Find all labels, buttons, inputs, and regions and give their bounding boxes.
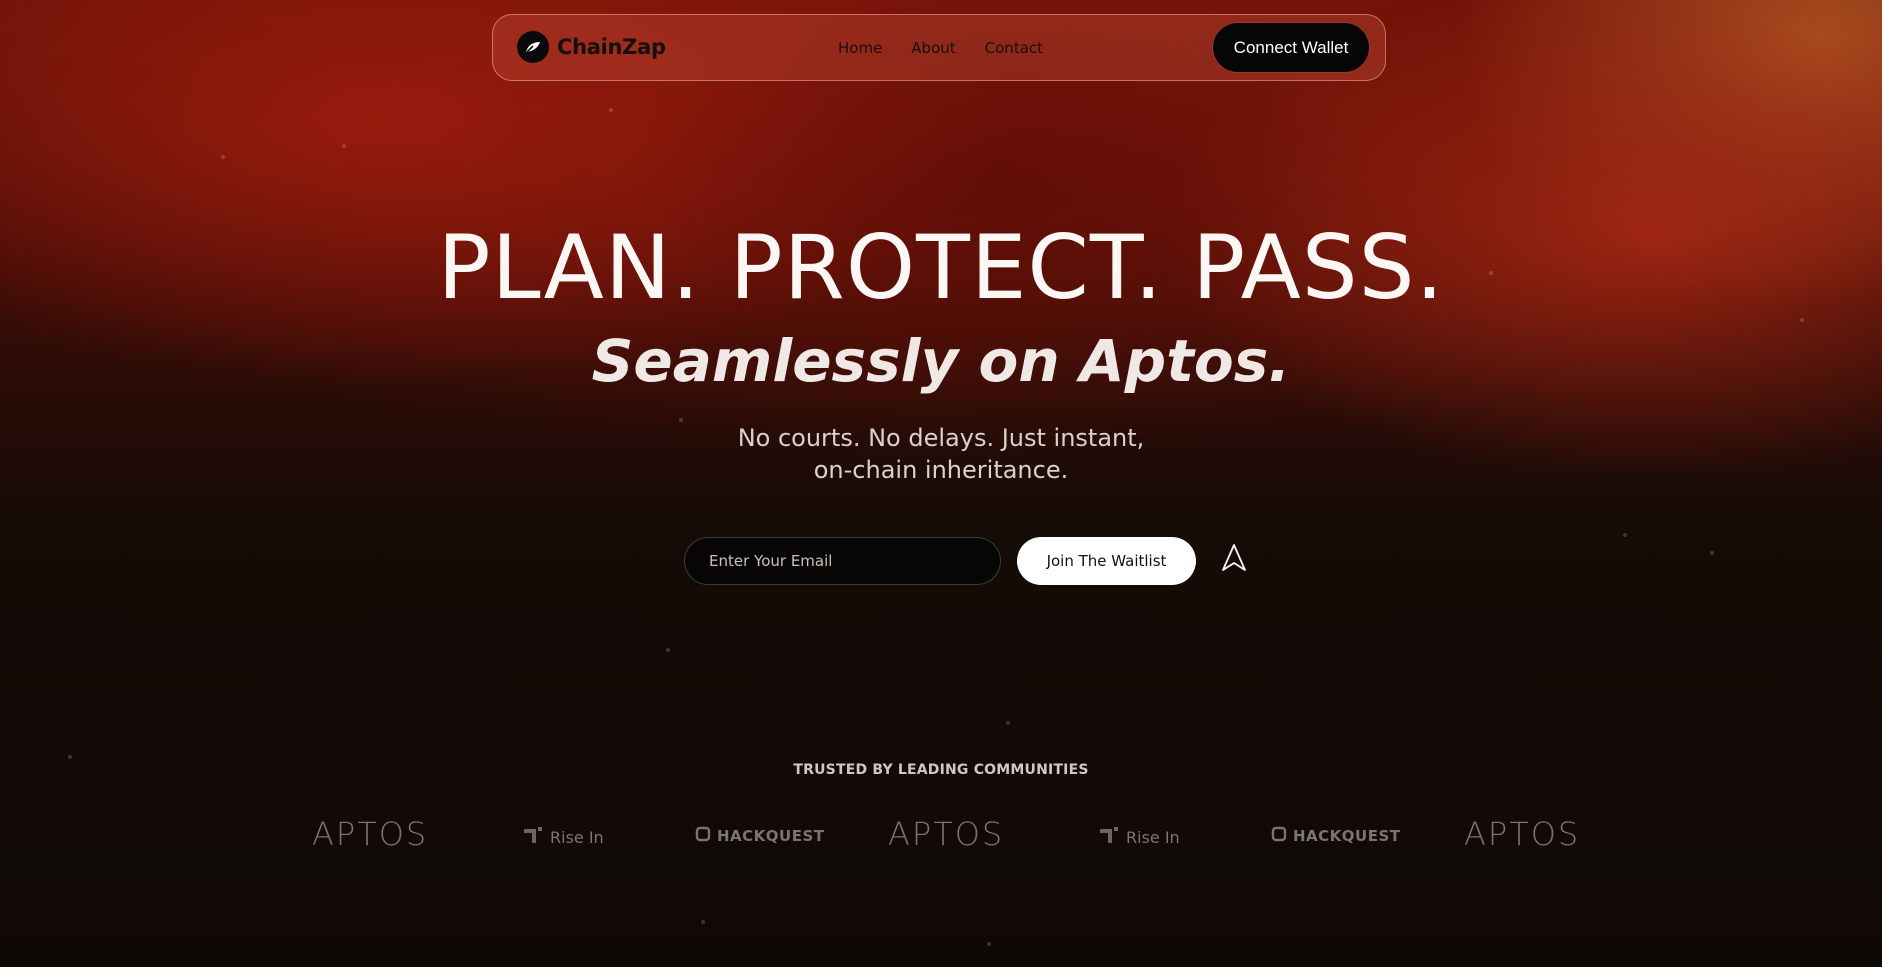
particle-dot <box>1800 318 1804 322</box>
particle-dot <box>221 155 225 159</box>
send-arrow-icon[interactable] <box>1221 543 1247 573</box>
join-waitlist-button[interactable]: Join The Waitlist <box>1017 537 1196 585</box>
rise-in-icon <box>522 825 544 849</box>
partner-logo-rise-in: Rise In <box>522 825 604 849</box>
partner-logo-rise-in: Rise In <box>1098 825 1180 849</box>
hero-subtitle: Seamlessly on Aptos. <box>591 327 1291 395</box>
partner-name: HACKQUEST <box>1293 827 1401 845</box>
brand-name: ChainZap <box>557 35 666 59</box>
particle-dot <box>1710 551 1714 555</box>
partner-name: APTOS <box>312 815 429 853</box>
hero-description-line1: No courts. No delays. Just instant, <box>737 424 1145 452</box>
particle-dot <box>68 755 72 759</box>
nav-links: Home About Contact <box>838 39 1043 57</box>
partner-logo-hackquest: HACKQUEST <box>695 826 825 846</box>
nav-link-contact[interactable]: Contact <box>985 39 1043 57</box>
particle-dot <box>1006 721 1010 725</box>
connect-wallet-button[interactable]: Connect Wallet <box>1213 23 1369 72</box>
partner-logo-hackquest: HACKQUEST <box>1271 826 1401 846</box>
particle-dot <box>987 942 991 946</box>
particle-dot <box>609 108 613 112</box>
hero-description-line2: on-chain inheritance. <box>813 456 1069 484</box>
particle-dot <box>701 920 705 924</box>
particle-dot <box>342 144 346 148</box>
email-input[interactable] <box>684 537 1001 585</box>
partner-name: APTOS <box>888 815 1005 853</box>
trusted-heading: TRUSTED BY LEADING COMMUNITIES <box>793 762 1089 778</box>
rise-in-icon <box>1098 825 1120 849</box>
partner-name: Rise In <box>1126 827 1180 847</box>
hackquest-icon <box>695 826 711 846</box>
partner-name: HACKQUEST <box>717 827 825 845</box>
nav-link-home[interactable]: Home <box>838 39 882 57</box>
navbar: ChainZap Home About Contact Connect Wall… <box>492 14 1386 81</box>
hero-description: No courts. No delays. Just instant, on-c… <box>0 422 1882 486</box>
particle-dot <box>1623 533 1627 537</box>
partner-logo-aptos: APTOS <box>1464 815 1580 853</box>
partner-name: Rise In <box>550 827 604 847</box>
brand-logo[interactable]: ChainZap <box>517 31 666 63</box>
partner-logo-aptos: APTOS <box>888 815 1004 853</box>
hero-title: PLAN. PROTECT. PASS. <box>437 216 1445 319</box>
hackquest-icon <box>1271 826 1287 846</box>
particle-dot <box>666 648 670 652</box>
nav-link-about[interactable]: About <box>911 39 955 57</box>
partner-name: APTOS <box>1464 815 1581 853</box>
leaf-logo-icon <box>517 31 549 63</box>
partner-logos: APTOS Rise In HACKQUEST APTOS Rise In HA… <box>0 815 1882 855</box>
partner-logo-aptos: APTOS <box>312 815 428 853</box>
